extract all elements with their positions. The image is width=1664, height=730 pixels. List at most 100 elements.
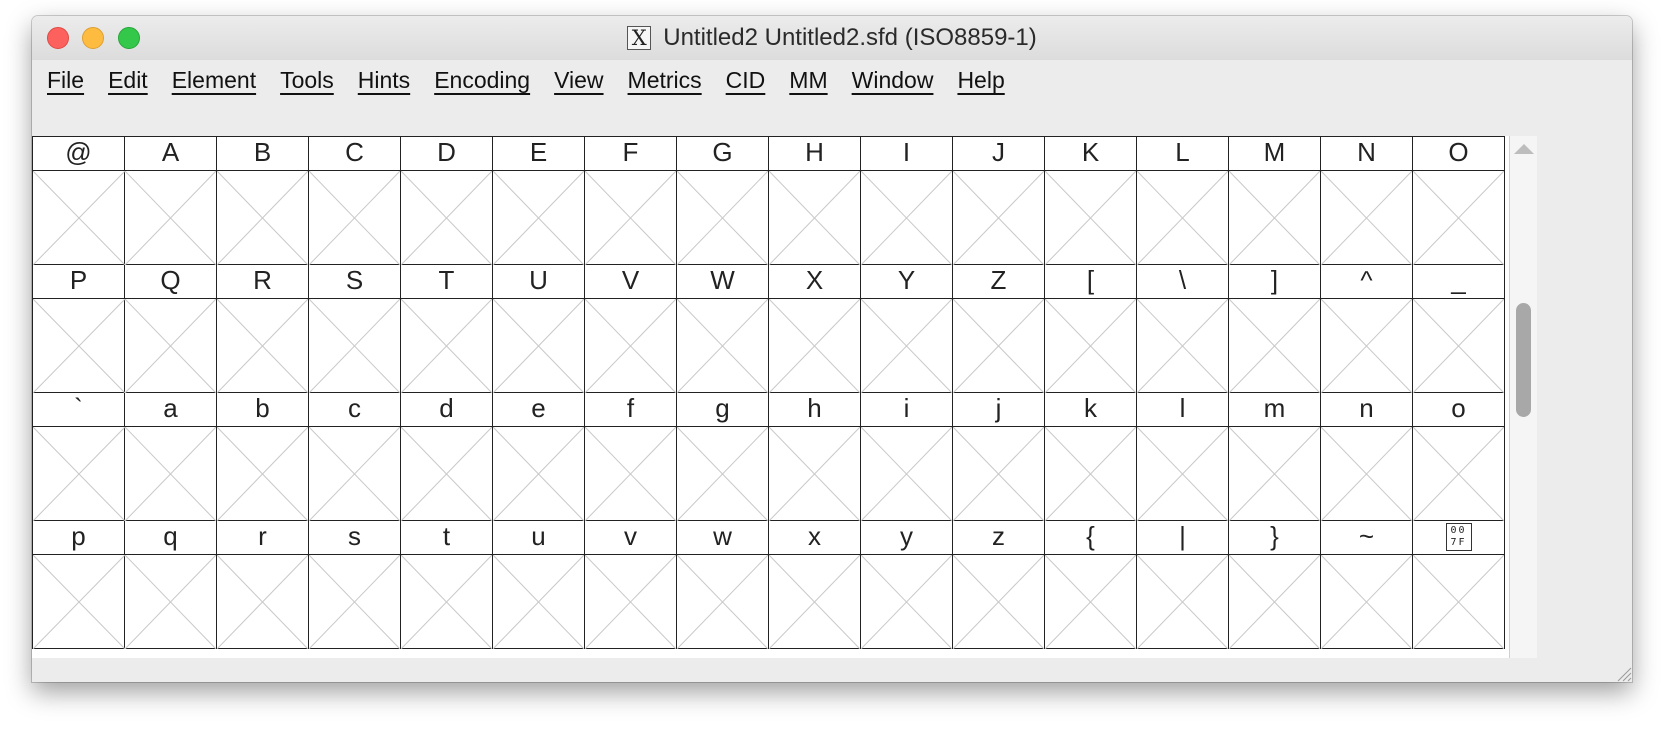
glyph-cell[interactable]: ^ xyxy=(1321,265,1413,393)
glyph-cell[interactable]: t xyxy=(401,521,493,649)
glyph-cell[interactable]: Y xyxy=(861,265,953,393)
glyph-cell[interactable]: Q xyxy=(125,265,217,393)
empty-glyph-cross-icon xyxy=(217,555,308,649)
glyph-cell[interactable]: k xyxy=(1045,393,1137,521)
glyph-cell[interactable]: h xyxy=(769,393,861,521)
glyph-cell[interactable]: B xyxy=(217,136,309,265)
glyph-cell[interactable]: _ xyxy=(1413,265,1505,393)
glyph-cell[interactable]: r xyxy=(217,521,309,649)
menu-mm[interactable]: MM xyxy=(789,67,827,94)
menu-element[interactable]: Element xyxy=(172,67,256,94)
glyph-cell[interactable]: V xyxy=(585,265,677,393)
glyph-cell[interactable]: } xyxy=(1229,521,1321,649)
menu-encoding[interactable]: Encoding xyxy=(434,67,530,94)
glyph-cell[interactable]: x xyxy=(769,521,861,649)
menu-metrics[interactable]: Metrics xyxy=(628,67,702,94)
glyph-cell[interactable]: \ xyxy=(1137,265,1229,393)
empty-glyph-cross-icon xyxy=(33,555,125,649)
glyph-cell[interactable]: q xyxy=(125,521,217,649)
glyph-cell-label: S xyxy=(309,265,400,299)
empty-glyph-cross-icon xyxy=(1229,299,1320,393)
glyph-cell[interactable]: f xyxy=(585,393,677,521)
empty-glyph-cross-icon xyxy=(861,171,952,265)
glyph-cell-label: B xyxy=(217,137,308,171)
scrollbar-thumb[interactable] xyxy=(1516,302,1531,417)
glyph-cell[interactable]: p xyxy=(32,521,125,649)
glyph-cell[interactable]: O xyxy=(1413,136,1505,265)
glyph-cell[interactable]: ~ xyxy=(1321,521,1413,649)
glyph-cell[interactable]: a xyxy=(125,393,217,521)
glyph-cell[interactable]: @ xyxy=(32,136,125,265)
glyph-cell[interactable]: N xyxy=(1321,136,1413,265)
glyph-cell[interactable]: n xyxy=(1321,393,1413,521)
glyph-cell[interactable]: m xyxy=(1229,393,1321,521)
title-bar[interactable]: X Untitled2 Untitled2.sfd (ISO8859-1) xyxy=(32,16,1632,60)
glyph-cell[interactable]: T xyxy=(401,265,493,393)
glyph-cell[interactable]: Z xyxy=(953,265,1045,393)
glyph-cell[interactable]: v xyxy=(585,521,677,649)
glyph-cell[interactable]: F xyxy=(585,136,677,265)
glyph-cell[interactable]: E xyxy=(493,136,585,265)
glyph-cell[interactable]: l xyxy=(1137,393,1229,521)
glyph-cell[interactable]: P xyxy=(32,265,125,393)
glyph-cell[interactable]: L xyxy=(1137,136,1229,265)
glyph-cell-label: u xyxy=(493,521,584,555)
glyph-cell[interactable]: H xyxy=(769,136,861,265)
glyph-cell[interactable]: D xyxy=(401,136,493,265)
glyph-cell[interactable]: I xyxy=(861,136,953,265)
glyph-cell-label: J xyxy=(953,137,1044,171)
resize-grip-icon[interactable] xyxy=(1612,662,1632,682)
menu-help[interactable]: Help xyxy=(957,67,1004,94)
menu-cid[interactable]: CID xyxy=(726,67,766,94)
glyph-cell[interactable]: C xyxy=(309,136,401,265)
glyph-cell[interactable]: ` xyxy=(32,393,125,521)
glyph-cell[interactable]: s xyxy=(309,521,401,649)
glyph-cell[interactable]: j xyxy=(953,393,1045,521)
glyph-cell-label: p xyxy=(33,521,124,555)
glyph-cell[interactable]: d xyxy=(401,393,493,521)
glyph-cell[interactable]: w xyxy=(677,521,769,649)
glyph-cell[interactable]: K xyxy=(1045,136,1137,265)
menu-window[interactable]: Window xyxy=(852,67,934,94)
glyph-cell-label: L xyxy=(1137,137,1228,171)
glyph-cell[interactable]: b xyxy=(217,393,309,521)
glyph-cell[interactable]: J xyxy=(953,136,1045,265)
glyph-cell[interactable]: { xyxy=(1045,521,1137,649)
glyph-cell[interactable]: ] xyxy=(1229,265,1321,393)
minimize-button[interactable] xyxy=(82,27,104,49)
close-button[interactable] xyxy=(47,27,69,49)
glyph-cell[interactable]: z xyxy=(953,521,1045,649)
maximize-button[interactable] xyxy=(118,27,140,49)
menu-tools[interactable]: Tools xyxy=(280,67,334,94)
menu-hints[interactable]: Hints xyxy=(358,67,410,94)
glyph-cell[interactable]: y xyxy=(861,521,953,649)
window-title: Untitled2 Untitled2.sfd (ISO8859-1) xyxy=(663,24,1037,51)
glyph-cell[interactable]: c xyxy=(309,393,401,521)
glyph-cell[interactable]: u xyxy=(493,521,585,649)
glyph-cell[interactable]: o xyxy=(1413,393,1505,521)
glyph-cell[interactable]: U xyxy=(493,265,585,393)
glyph-cell[interactable]: i xyxy=(861,393,953,521)
empty-glyph-cross-icon xyxy=(1045,427,1136,521)
empty-glyph-cross-icon xyxy=(1137,555,1228,649)
vertical-scrollbar[interactable] xyxy=(1509,136,1537,658)
glyph-cell[interactable]: g xyxy=(677,393,769,521)
glyph-cell[interactable]: e xyxy=(493,393,585,521)
glyph-cell[interactable]: X xyxy=(769,265,861,393)
glyph-cell[interactable]: A xyxy=(125,136,217,265)
glyph-cell[interactable]: | xyxy=(1137,521,1229,649)
glyph-cell[interactable]: R xyxy=(217,265,309,393)
glyph-cell[interactable]: 00 7F xyxy=(1413,521,1505,649)
menu-view[interactable]: View xyxy=(554,67,603,94)
empty-glyph-cross-icon xyxy=(585,555,676,649)
unicode-codepoint-box-icon: 00 7F xyxy=(1445,523,1472,551)
glyph-cell[interactable]: W xyxy=(677,265,769,393)
menu-edit[interactable]: Edit xyxy=(108,67,148,94)
scroll-up-arrow-icon[interactable] xyxy=(1514,144,1534,154)
glyph-cell[interactable]: [ xyxy=(1045,265,1137,393)
glyph-cell[interactable]: M xyxy=(1229,136,1321,265)
glyph-cell[interactable]: S xyxy=(309,265,401,393)
menu-file[interactable]: File xyxy=(47,67,84,94)
glyph-cell[interactable]: G xyxy=(677,136,769,265)
empty-glyph-cross-icon xyxy=(1321,171,1412,265)
